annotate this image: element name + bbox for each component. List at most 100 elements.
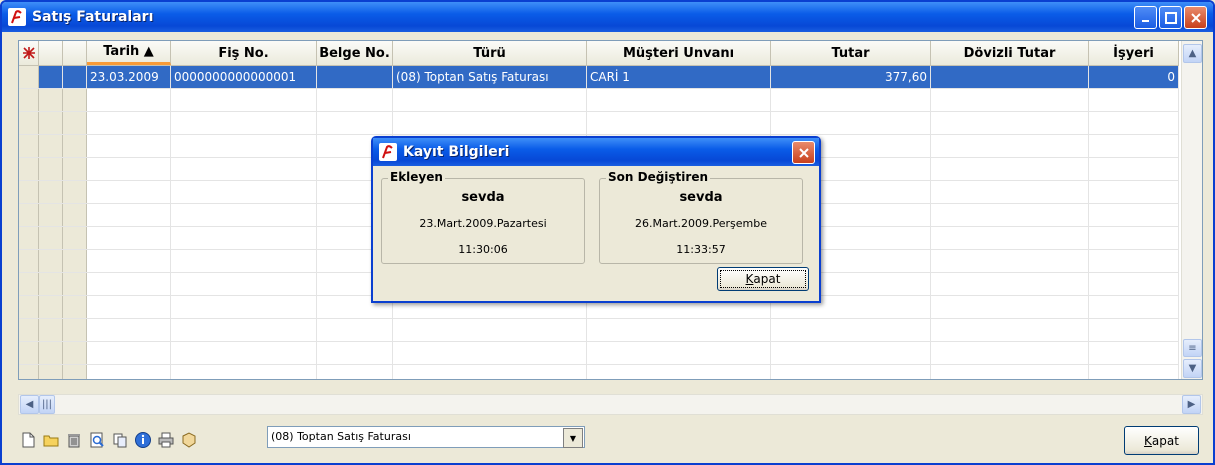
horizontal-scrollbar[interactable]: ◀ ||| ▶ (18, 394, 1203, 415)
cell-fis[interactable] (171, 296, 317, 318)
cell-tarih[interactable]: 23.03.2009 (87, 66, 171, 88)
row-indicator[interactable] (19, 365, 39, 379)
cell-fis[interactable] (171, 181, 317, 203)
window-titlebar[interactable]: Satış Faturaları (2, 2, 1213, 32)
row-indicator[interactable] (63, 227, 87, 249)
copy-icon[interactable] (110, 430, 130, 450)
cell-doviz[interactable] (931, 158, 1089, 180)
table-row[interactable] (19, 319, 1179, 342)
row-indicator[interactable] (39, 342, 63, 364)
cell-belge[interactable] (317, 342, 393, 364)
cell-fis[interactable] (171, 135, 317, 157)
cell-doviz[interactable] (931, 342, 1089, 364)
hscroll-thumb[interactable]: ||| (39, 395, 55, 414)
row-indicator[interactable] (63, 273, 87, 295)
row-indicator[interactable] (63, 204, 87, 226)
cell-doviz[interactable] (931, 89, 1089, 111)
info-icon[interactable] (133, 430, 153, 450)
cell-isyeri[interactable] (1089, 204, 1179, 226)
chevron-down-icon[interactable]: ▼ (563, 428, 583, 448)
cell-musteri[interactable] (587, 365, 771, 379)
cell-doviz[interactable] (931, 112, 1089, 134)
scroll-down-button[interactable]: ▼ (1183, 359, 1202, 378)
cell-isyeri[interactable] (1089, 342, 1179, 364)
column-header-isyeri[interactable]: İşyeri (1089, 41, 1179, 65)
cell-musteri[interactable] (587, 319, 771, 341)
cell-isyeri[interactable] (1089, 158, 1179, 180)
cell-turu[interactable] (393, 365, 587, 379)
cell-tutar[interactable] (771, 342, 931, 364)
scroll-left-button[interactable]: ◀ (20, 395, 39, 414)
row-indicator[interactable] (63, 181, 87, 203)
cell-musteri[interactable] (587, 342, 771, 364)
cell-tutar[interactable] (771, 365, 931, 379)
table-row[interactable] (19, 365, 1179, 379)
cell-tutar[interactable] (771, 89, 931, 111)
cell-fis[interactable] (171, 342, 317, 364)
scroll-up-button[interactable]: ▲ (1183, 44, 1202, 63)
row-indicator[interactable] (63, 89, 87, 111)
row-indicator[interactable] (63, 158, 87, 180)
invoice-type-combo[interactable]: (08) Toptan Satış Faturası ▼ (267, 426, 585, 448)
cell-turu[interactable] (393, 89, 587, 111)
column-header-fis[interactable]: Fiş No. (171, 41, 317, 65)
print-icon[interactable] (156, 430, 176, 450)
cell-tarih[interactable] (87, 250, 171, 272)
cell-isyeri[interactable]: 0 (1089, 66, 1179, 88)
cell-isyeri[interactable] (1089, 227, 1179, 249)
cell-doviz[interactable] (931, 296, 1089, 318)
cell-tutar[interactable] (771, 319, 931, 341)
cell-doviz[interactable] (931, 273, 1089, 295)
delete-trash-icon[interactable] (64, 430, 84, 450)
table-row[interactable] (19, 112, 1179, 135)
cell-isyeri[interactable] (1089, 319, 1179, 341)
column-header-musteri[interactable]: Müşteri Unvanı (587, 41, 771, 65)
cell-fis[interactable] (171, 112, 317, 134)
cell-isyeri[interactable] (1089, 273, 1179, 295)
cell-fis[interactable]: 0000000000000001 (171, 66, 317, 88)
cell-doviz[interactable] (931, 365, 1089, 379)
cell-belge[interactable] (317, 66, 393, 88)
cell-doviz[interactable] (931, 66, 1089, 88)
column-header-ind3[interactable] (63, 41, 87, 65)
cell-turu[interactable] (393, 319, 587, 341)
row-indicator[interactable] (19, 296, 39, 318)
table-row[interactable] (19, 89, 1179, 112)
row-indicator[interactable] (19, 273, 39, 295)
row-indicator[interactable] (63, 112, 87, 134)
row-indicator[interactable] (19, 181, 39, 203)
cell-fis[interactable] (171, 227, 317, 249)
row-indicator[interactable] (39, 135, 63, 157)
cell-tarih[interactable] (87, 296, 171, 318)
cell-doviz[interactable] (931, 250, 1089, 272)
cell-isyeri[interactable] (1089, 112, 1179, 134)
row-indicator[interactable] (63, 296, 87, 318)
cell-doviz[interactable] (931, 135, 1089, 157)
row-indicator[interactable] (39, 365, 63, 379)
cell-fis[interactable] (171, 365, 317, 379)
row-indicator[interactable] (19, 319, 39, 341)
cell-tarih[interactable] (87, 135, 171, 157)
row-indicator[interactable] (39, 181, 63, 203)
row-indicator[interactable] (39, 158, 63, 180)
cell-belge[interactable] (317, 89, 393, 111)
column-header-tarih[interactable]: Tarih ▲ (87, 41, 171, 65)
cell-fis[interactable] (171, 204, 317, 226)
cell-isyeri[interactable] (1089, 296, 1179, 318)
cell-doviz[interactable] (931, 204, 1089, 226)
search-preview-icon[interactable] (87, 430, 107, 450)
cell-musteri[interactable]: CARİ 1 (587, 66, 771, 88)
close-button[interactable]: Kapat (1124, 426, 1199, 455)
cell-tarih[interactable] (87, 273, 171, 295)
row-indicator[interactable] (63, 66, 87, 88)
row-indicator[interactable] (19, 135, 39, 157)
cell-fis[interactable] (171, 89, 317, 111)
open-folder-icon[interactable] (41, 430, 61, 450)
cell-isyeri[interactable] (1089, 89, 1179, 111)
row-indicator[interactable] (19, 227, 39, 249)
row-indicator[interactable] (39, 89, 63, 111)
row-indicator[interactable] (39, 296, 63, 318)
row-indicator[interactable] (39, 204, 63, 226)
row-indicator[interactable] (19, 66, 39, 88)
cell-doviz[interactable] (931, 181, 1089, 203)
